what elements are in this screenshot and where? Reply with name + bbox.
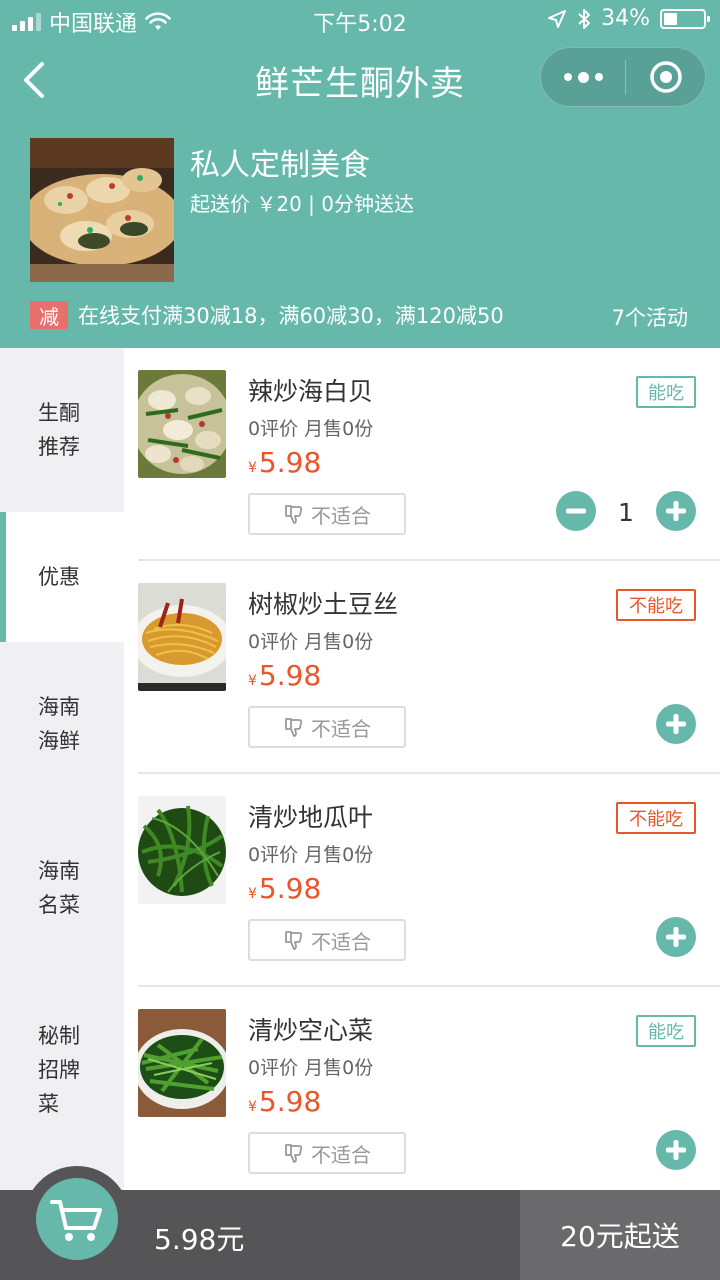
- price-value: 5.98: [258, 1085, 322, 1118]
- plus-icon: [666, 1140, 686, 1160]
- status-badge: 能吃: [636, 376, 696, 408]
- sidebar-item-hainan-dishes[interactable]: 海南 名菜: [0, 806, 124, 970]
- sidebar-item-hainan-seafood[interactable]: 海南 海鲜: [0, 642, 124, 806]
- decrease-button[interactable]: [556, 491, 596, 531]
- price-value: 5.98: [258, 872, 322, 905]
- plus-icon: [666, 714, 686, 734]
- promo-text: 在线支付满30减18，满60减30，满120减50: [78, 304, 504, 328]
- unsuitable-button[interactable]: 不适合: [248, 919, 406, 961]
- plus-icon: [666, 927, 686, 947]
- sidebar-item-label: 生酮 推荐: [38, 401, 80, 459]
- dish-name: 清炒空心菜: [248, 1016, 374, 1045]
- shop-header: 私人定制美食 起送价 ￥20 | 0分钟送达 减 在线支付满30减18，满60减…: [0, 120, 720, 348]
- unsuitable-label: 不适合: [311, 929, 371, 954]
- dish-image[interactable]: [138, 796, 226, 904]
- dot-icon: [577, 71, 589, 83]
- target-icon: [649, 61, 682, 93]
- thumbs-down-icon: [285, 1144, 303, 1163]
- nav-bar: 鲜芒生酮外卖: [0, 40, 720, 120]
- price-value: 5.98: [258, 446, 322, 479]
- shopping-cart-icon: [50, 1200, 102, 1241]
- dish-name: 树椒炒土豆丝: [248, 590, 399, 619]
- add-button[interactable]: [656, 917, 696, 957]
- status-bar: 中国联通 下午5:02 34%: [0, 0, 720, 40]
- currency-symbol: ¥: [248, 460, 257, 476]
- sidebar-item-label: 海南 海鲜: [38, 695, 80, 753]
- more-button[interactable]: [541, 48, 625, 106]
- currency-symbol: ¥: [248, 673, 257, 689]
- promo-count[interactable]: 7个活动: [612, 302, 688, 332]
- dish-image[interactable]: [138, 583, 226, 691]
- add-button[interactable]: [656, 1130, 696, 1170]
- minus-icon: [566, 508, 586, 514]
- sidebar-item-discount[interactable]: 优惠: [0, 512, 124, 642]
- dish-name: 辣炒海白贝: [248, 377, 374, 406]
- mini-program-capsule: [540, 47, 706, 107]
- status-badge: 不能吃: [616, 802, 696, 834]
- location-icon: [548, 9, 567, 28]
- dish-stats: 0评价 月售0份: [248, 631, 374, 653]
- plus-icon: [666, 501, 686, 521]
- dish-price: ¥ 5.98: [248, 872, 321, 905]
- dish-item: 辣炒海白贝 0评价 月售0份 ¥ 5.98 能吃 不适合 1: [124, 348, 720, 561]
- sidebar-item-label: 海南 名菜: [38, 859, 80, 917]
- discount-badge: 减: [30, 301, 68, 329]
- battery-fill: [664, 12, 677, 25]
- currency-symbol: ¥: [248, 886, 257, 902]
- unsuitable-button[interactable]: 不适合: [248, 493, 406, 535]
- dish-price: ¥ 5.98: [248, 446, 321, 479]
- sidebar-item-label: 秘制 招牌 菜: [38, 1024, 80, 1116]
- promo-banner[interactable]: 减 在线支付满30减18，满60减30，满120减50: [30, 300, 504, 330]
- checkout-button[interactable]: 20元起送: [520, 1190, 720, 1280]
- dish-price: ¥ 5.98: [248, 659, 321, 692]
- dish-item: 清炒地瓜叶 0评价 月售0份 ¥ 5.98 不能吃 不适合: [124, 774, 720, 987]
- battery-percent: 34%: [601, 6, 650, 31]
- dot-icon: [594, 73, 603, 81]
- thumbs-down-icon: [285, 718, 303, 737]
- dish-list: 辣炒海白贝 0评价 月售0份 ¥ 5.98 能吃 不适合 1 树椒炒土豆丝 0评…: [124, 348, 720, 1190]
- unsuitable-label: 不适合: [311, 503, 371, 528]
- unsuitable-label: 不适合: [311, 1142, 371, 1167]
- battery-icon: [660, 8, 710, 29]
- status-right: 34%: [547, 6, 710, 31]
- sidebar-item-keto-recommend[interactable]: 生酮 推荐: [0, 348, 124, 512]
- price-value: 5.98: [258, 659, 322, 692]
- add-button[interactable]: [656, 704, 696, 744]
- shop-delivery-info: 起送价 ￥20 | 0分钟送达: [190, 192, 414, 216]
- cart-button[interactable]: [36, 1178, 118, 1260]
- thumbs-down-icon: [285, 505, 303, 524]
- dish-stats: 0评价 月售0份: [248, 1057, 374, 1079]
- dot-icon: [563, 73, 572, 81]
- unsuitable-label: 不适合: [311, 716, 371, 741]
- sidebar-item-label: 优惠: [38, 565, 80, 589]
- quantity-value: 1: [618, 498, 634, 527]
- dish-item: 清炒空心菜 0评价 月售0份 ¥ 5.98 能吃 不适合: [124, 987, 720, 1200]
- dish-stats: 0评价 月售0份: [248, 418, 374, 440]
- bluetooth-icon: [578, 8, 591, 29]
- unsuitable-button[interactable]: 不适合: [248, 1132, 406, 1174]
- status-badge: 能吃: [636, 1015, 696, 1047]
- category-sidebar: 生酮 推荐 优惠 海南 海鲜 海南 名菜 秘制 招牌 菜: [0, 348, 124, 1190]
- close-button[interactable]: [626, 48, 705, 106]
- currency-symbol: ¥: [248, 1099, 257, 1115]
- unsuitable-button[interactable]: 不适合: [248, 706, 406, 748]
- dish-stats: 0评价 月售0份: [248, 844, 374, 866]
- dish-price: ¥ 5.98: [248, 1085, 321, 1118]
- dish-image[interactable]: [138, 370, 226, 478]
- sidebar-item-signature[interactable]: 秘制 招牌 菜: [0, 970, 124, 1170]
- add-button[interactable]: [656, 491, 696, 531]
- thumbs-down-icon: [285, 931, 303, 950]
- dish-name: 清炒地瓜叶: [248, 803, 374, 832]
- dish-image[interactable]: [138, 1009, 226, 1117]
- cart-total: 5.98元: [154, 1223, 245, 1256]
- dish-item: 树椒炒土豆丝 0评价 月售0份 ¥ 5.98 不能吃 不适合: [124, 561, 720, 774]
- shop-image: [30, 138, 174, 282]
- status-badge: 不能吃: [616, 589, 696, 621]
- shop-name: 私人定制美食: [190, 148, 370, 183]
